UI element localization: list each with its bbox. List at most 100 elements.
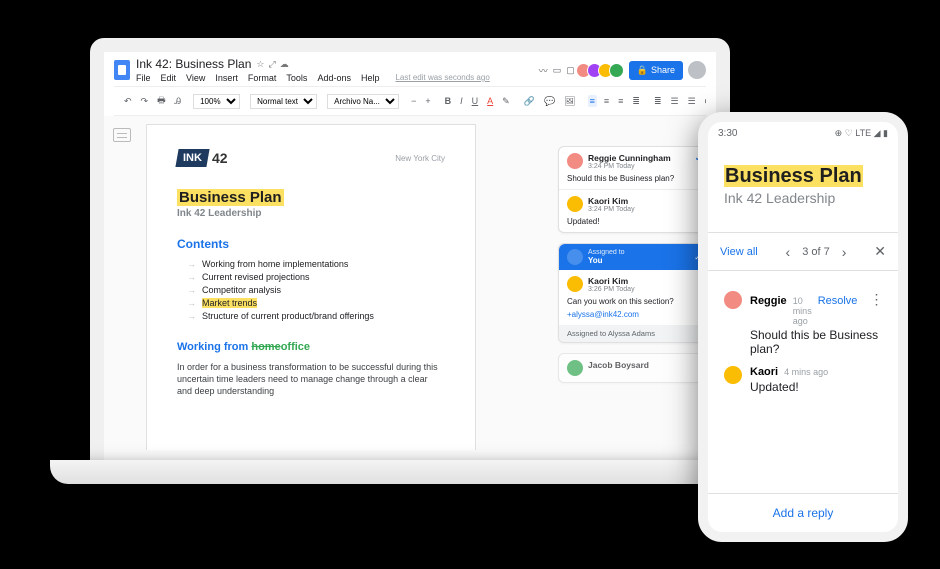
paragraph-text[interactable]: In order for a business transformation t…: [177, 361, 445, 397]
line-spacing-icon[interactable]: ≣: [652, 95, 664, 108]
underline-icon[interactable]: U: [470, 95, 481, 107]
more-options-icon[interactable]: ⋮: [869, 291, 883, 308]
print-icon[interactable]: 🖶: [155, 92, 168, 110]
phone-heading[interactable]: Business Plan: [724, 165, 863, 187]
assigned-comment-card[interactable]: Assigned to You ✓ Kaori Kim 3:26 PM Toda…: [558, 243, 710, 343]
present-icon[interactable]: ▢: [566, 65, 575, 76]
bold-icon[interactable]: B: [443, 95, 454, 107]
list-item[interactable]: →Working from home implementations: [187, 259, 445, 269]
lock-icon: 🔒: [637, 65, 648, 76]
list-item-highlighted[interactable]: →Market trends: [187, 298, 445, 308]
comment-card[interactable]: Jacob Boysard: [558, 353, 710, 383]
phone-subheading[interactable]: Ink 42 Leadership: [724, 190, 882, 206]
list-item[interactable]: →Competitor analysis: [187, 285, 445, 295]
star-icon[interactable]: ☆: [256, 59, 264, 70]
numbered-list-icon[interactable]: ☰: [668, 95, 680, 108]
doc-subheading[interactable]: Ink 42 Leadership: [177, 208, 445, 219]
document-outline-icon[interactable]: [113, 128, 131, 142]
section-heading[interactable]: Working from homeoffice: [177, 341, 445, 353]
commenter-avatar: [724, 291, 742, 309]
insert-comment-icon[interactable]: 💬: [542, 95, 557, 108]
comment-mention[interactable]: +alyssa@ink42.com: [567, 310, 701, 319]
phone-comment[interactable]: Reggie 10 mins ago Resolve ⋮ Should this…: [724, 291, 882, 356]
comment-time: 10 mins ago: [793, 296, 812, 326]
comment-time: 3:24 PM Today: [588, 163, 671, 170]
add-reply-button[interactable]: Add a reply: [708, 493, 898, 532]
comment-time: 3:24 PM Today: [588, 206, 635, 213]
menu-view[interactable]: View: [186, 73, 205, 83]
font-select[interactable]: Archivo Na...: [327, 94, 399, 109]
comment-body: Can you work on this section?: [567, 297, 701, 306]
doc-heading-1[interactable]: Business Plan: [177, 189, 284, 206]
docs-header: Ink 42: Business Plan ☆ ⤢ ☁ File Edit Vi…: [104, 52, 716, 116]
comment-history-icon[interactable]: ▭: [553, 65, 562, 76]
font-size-increase[interactable]: +: [423, 95, 432, 107]
text-color-icon[interactable]: A: [485, 95, 495, 107]
menu-addons[interactable]: Add-ons: [317, 73, 351, 83]
phone-clock: 3:30: [718, 128, 737, 139]
collaborator-avatars[interactable]: [580, 63, 624, 78]
align-justify-icon[interactable]: ≣: [630, 95, 642, 108]
phone-comment-nav: View all ‹ 3 of 7 › ✕: [708, 232, 898, 271]
next-comment-icon[interactable]: ›: [842, 244, 847, 260]
phone-screen: 3:30 ⊕ ♡ LTE ◢ ▮ Business Plan Ink 42 Le…: [698, 112, 908, 542]
prev-comment-icon[interactable]: ‹: [786, 244, 791, 260]
list-item[interactable]: →Current revised projections: [187, 272, 445, 282]
comment-card[interactable]: ✓ Reggie Cunningham 3:24 PM Today Should…: [558, 146, 710, 233]
contents-list: →Working from home implementations →Curr…: [187, 259, 445, 321]
font-size-decrease[interactable]: −: [409, 95, 418, 107]
redo-icon[interactable]: ↷: [139, 95, 151, 108]
menu-help[interactable]: Help: [361, 73, 380, 83]
move-icon[interactable]: ⤢: [268, 59, 275, 70]
last-edit-text[interactable]: Last edit was seconds ago: [395, 73, 489, 83]
menu-insert[interactable]: Insert: [215, 73, 238, 83]
cloud-icon[interactable]: ☁: [280, 59, 289, 70]
section-after: office: [281, 341, 310, 353]
avatar[interactable]: [609, 63, 624, 78]
view-all-link[interactable]: View all: [720, 246, 758, 258]
italic-icon[interactable]: I: [458, 95, 465, 107]
align-right-icon[interactable]: ≡: [616, 95, 625, 107]
share-label: Share: [651, 65, 675, 75]
menu-file[interactable]: File: [136, 73, 151, 83]
docs-logo-icon[interactable]: [114, 60, 130, 80]
activity-icon[interactable]: 〰: [539, 64, 548, 77]
resolve-link[interactable]: Resolve: [818, 295, 858, 307]
comment-body: Should this be Business plan?: [750, 328, 883, 356]
undo-icon[interactable]: ↶: [122, 95, 134, 108]
insert-image-icon[interactable]: 🖼: [562, 95, 577, 108]
comment-time: 3:26 PM Today: [588, 286, 635, 293]
phone-comment[interactable]: Kaori 4 mins ago Updated!: [724, 366, 882, 394]
document-title[interactable]: Ink 42: Business Plan: [136, 57, 251, 71]
commenter-name: Kaori Kim: [588, 276, 635, 286]
insert-link-icon[interactable]: 🔗: [522, 95, 537, 108]
account-avatar[interactable]: [688, 61, 706, 79]
menu-format[interactable]: Format: [248, 73, 277, 83]
commenter-name: Reggie Cunningham: [588, 153, 671, 163]
close-icon[interactable]: ✕: [874, 243, 886, 260]
comment-body: Should this be Business plan?: [567, 174, 701, 183]
commenter-name: Reggie: [750, 295, 787, 307]
align-left-icon[interactable]: ≡: [588, 95, 597, 107]
style-select[interactable]: Normal text: [250, 94, 317, 109]
phone-status-bar: 3:30 ⊕ ♡ LTE ◢ ▮: [708, 122, 898, 145]
zoom-select[interactable]: 100%: [193, 94, 240, 109]
menu-edit[interactable]: Edit: [161, 73, 177, 83]
assigned-label: Assigned to: [588, 249, 625, 256]
phone-status-icons: ⊕ ♡ LTE ◢ ▮: [835, 128, 888, 139]
menu-tools[interactable]: Tools: [286, 73, 307, 83]
list-item[interactable]: →Structure of current product/brand offe…: [187, 311, 445, 321]
highlight-icon[interactable]: ✎: [500, 95, 512, 108]
contents-heading[interactable]: Contents: [177, 237, 445, 251]
paint-format-icon[interactable]: Ꭿ: [173, 95, 184, 108]
laptop-screen: Ink 42: Business Plan ☆ ⤢ ☁ File Edit Vi…: [90, 38, 730, 478]
share-button[interactable]: 🔒 Share: [629, 61, 683, 80]
bulleted-list-icon[interactable]: ☰: [686, 95, 698, 108]
document-page[interactable]: INK 42 New York City Business Plan Ink 4…: [146, 124, 476, 450]
menu-bar: File Edit View Insert Format Tools Add-o…: [136, 71, 490, 83]
comment-time: 4 mins ago: [784, 367, 828, 377]
decrease-indent-icon[interactable]: ⇤: [703, 95, 706, 108]
comments-sidebar: ✓ Reggie Cunningham 3:24 PM Today Should…: [556, 116, 716, 450]
phone-comments-list: Reggie 10 mins ago Resolve ⋮ Should this…: [724, 271, 882, 414]
align-center-icon[interactable]: ≡: [602, 95, 611, 107]
